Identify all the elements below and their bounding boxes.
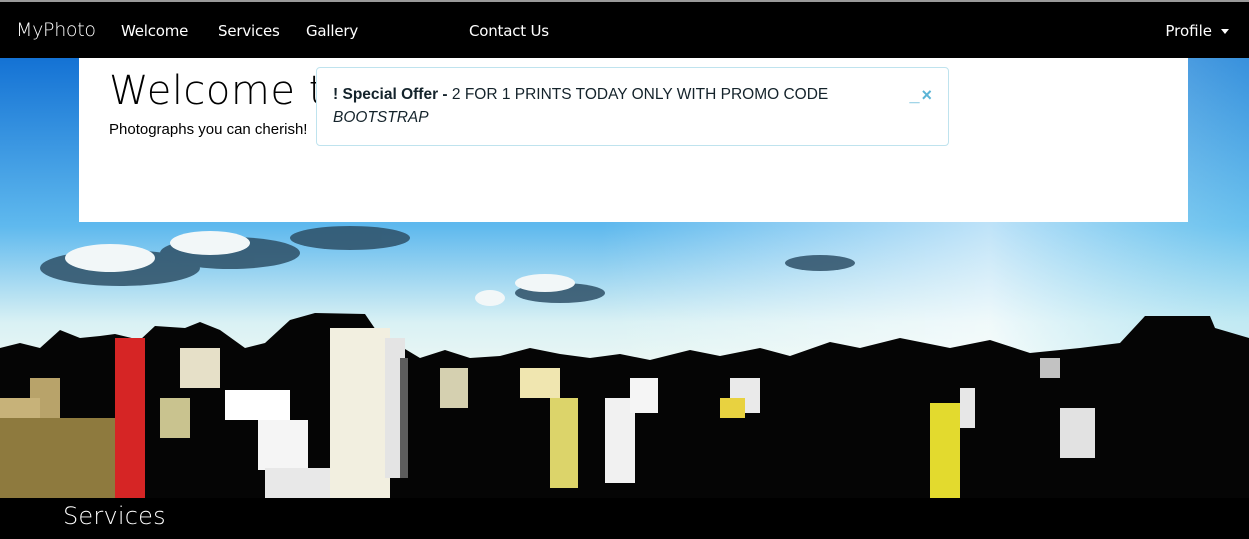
nav-contact-us[interactable]: Contact Us [469,22,549,40]
nav-welcome[interactable]: Welcome [121,22,188,40]
promo-code: BOOTSTRAP [333,109,429,126]
profile-label: Profile [1165,22,1212,40]
alert-message: ! Special Offer - 2 FOR 1 PRINTS TODAY O… [333,86,828,104]
special-offer-alert: ! Special Offer - 2 FOR 1 PRINTS TODAY O… [316,67,949,146]
brand-logo[interactable]: MyPhoto [16,19,96,41]
minimize-icon[interactable]: _ [909,85,919,105]
alert-controls: _ × [909,85,932,106]
navbar: MyPhoto Welcome Services Gallery Contact… [0,0,1249,58]
alert-heading: Special Offer - [342,86,448,103]
exclamation-icon: ! [333,86,339,103]
services-heading: Services [63,502,166,530]
caret-down-icon [1221,29,1229,34]
profile-dropdown[interactable]: Profile [1165,22,1229,40]
nav-services[interactable]: Services [218,22,280,40]
alert-text: 2 FOR 1 PRINTS TODAY ONLY WITH PROMO COD… [451,86,829,103]
tagline: Photographs you can cherish! [109,121,308,138]
close-icon[interactable]: × [921,85,932,105]
nav-gallery[interactable]: Gallery [306,22,358,40]
